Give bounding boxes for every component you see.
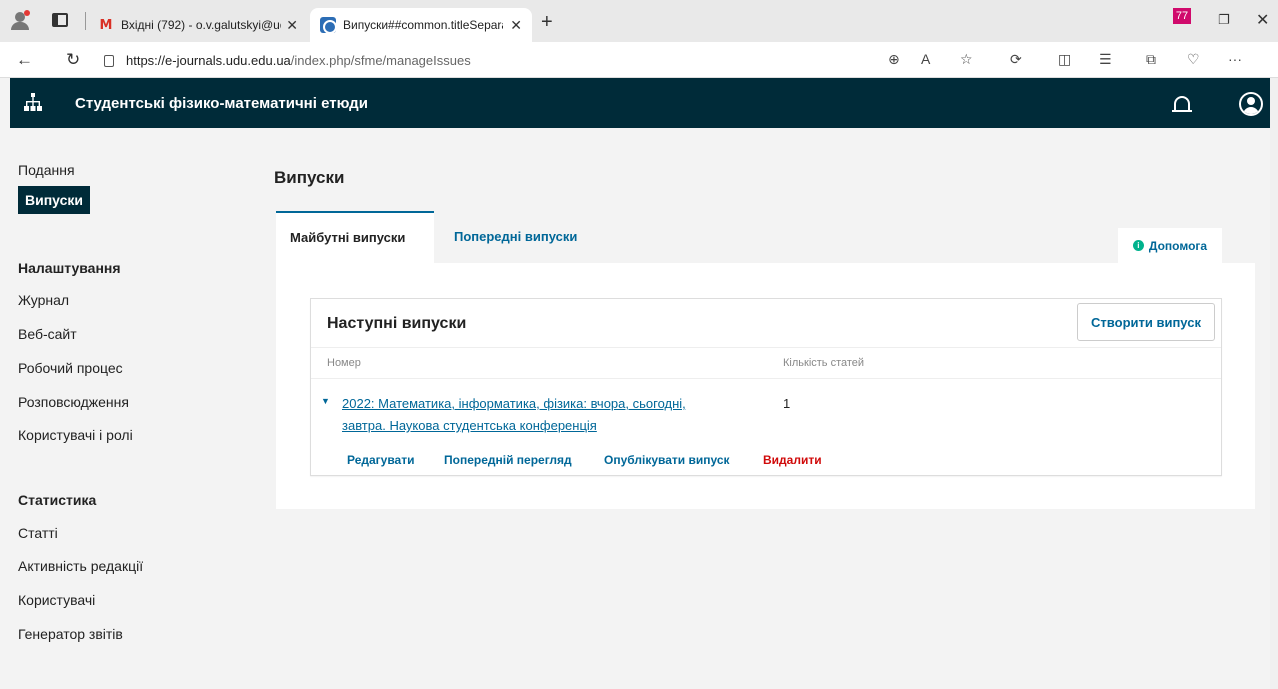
tab-title: Випуски##common.titleSeparator##	[343, 18, 503, 32]
favorites-icon[interactable]: ☰	[1099, 51, 1112, 68]
zoom-icon[interactable]: ⊕	[888, 51, 900, 68]
sidebar-nav: Подання Випуски Налаштування Журнал Веб-…	[10, 128, 260, 689]
ojs-icon	[320, 17, 337, 34]
tab-future-issues[interactable]: Майбутні випуски	[276, 211, 434, 263]
extensions-icon[interactable]: ⟳	[1010, 51, 1022, 68]
sidebar-item-editorial-activity[interactable]: Активність редакції	[18, 558, 143, 574]
sidebar-heading-statistics: Статистика	[18, 492, 97, 508]
back-arrow-icon[interactable]: ←	[16, 50, 33, 70]
performance-icon[interactable]: ♡	[1187, 51, 1200, 68]
sidebar-item-workflow[interactable]: Робочий процес	[18, 360, 123, 376]
gmail-icon: M	[99, 17, 113, 33]
url-host: https://e-journals.udu.edu.ua	[126, 52, 291, 68]
sidebar-item-articles[interactable]: Статті	[18, 525, 58, 541]
journal-title[interactable]: Студентські фізико-математичні етюди	[75, 95, 368, 112]
sitemap-icon[interactable]	[24, 93, 42, 111]
page-title: Випуски	[274, 168, 345, 187]
sidebar-item-report-generator[interactable]: Генератор звітів	[18, 626, 123, 642]
browser-tab-issues[interactable]: Випуски##common.titleSeparator## ✕	[310, 8, 532, 42]
address-bar-row: ← ↻ https://e-journals.udu.edu.ua/index.…	[0, 42, 1278, 78]
read-aloud-icon[interactable]: A	[921, 51, 930, 67]
issue-title-link[interactable]: 2022: Математика, інформатика, фізика: в…	[342, 393, 742, 437]
page-scrollbar[interactable]	[1270, 78, 1278, 689]
sidebar-item-issues[interactable]: Випуски	[18, 186, 91, 214]
favorite-star-icon[interactable]: ☆	[960, 51, 973, 68]
notifications-badge[interactable]: 77	[1173, 8, 1191, 24]
help-button[interactable]: i Допомога	[1118, 228, 1222, 263]
lock-icon	[104, 55, 114, 67]
sidebar-item-distribution[interactable]: Розповсюдження	[18, 394, 129, 410]
new-tab-icon[interactable]: +	[541, 11, 553, 34]
edit-issue-link[interactable]: Редагувати	[347, 453, 415, 467]
split-screen-icon[interactable]: ◫	[1058, 51, 1071, 68]
close-icon[interactable]: ✕	[286, 17, 298, 34]
browser-tab-strip: M Вхідні (792) - o.v.galutskyi@udu.edu.u…	[0, 0, 1278, 42]
expand-triangle-icon[interactable]: ▼	[321, 396, 330, 406]
tab-back-issues[interactable]: Попередні випуски	[454, 211, 577, 263]
sidebar-item-website[interactable]: Веб-сайт	[18, 326, 77, 342]
card-title: Наступні випуски	[327, 315, 467, 332]
notifications-bell-icon[interactable]	[1172, 90, 1194, 116]
delete-issue-link[interactable]: Видалити	[763, 453, 822, 467]
browser-tab-gmail[interactable]: M Вхідні (792) - o.v.galutskyi@udu.edu.u…	[88, 8, 308, 42]
url-path: /index.php/sfme/manageIssues	[290, 52, 471, 68]
sidebar-item-journal[interactable]: Журнал	[18, 292, 69, 308]
publish-issue-link[interactable]: Опублікувати випуск	[604, 453, 730, 467]
more-menu-icon[interactable]: ···	[1228, 51, 1242, 67]
info-icon: i	[1132, 240, 1144, 251]
column-article-count: Кількість статей	[783, 357, 865, 369]
tab-title: Вхідні (792) - o.v.galutskyi@udu.edu.ua	[121, 18, 281, 32]
issue-article-count: 1	[783, 396, 791, 411]
sidebar-heading-settings: Налаштування	[18, 260, 121, 276]
preview-issue-link[interactable]: Попередній перегляд	[444, 453, 572, 467]
column-number: Номер	[327, 357, 361, 369]
restore-icon[interactable]: ❐	[1218, 12, 1230, 28]
issue-title-line1: 2022: Математика, інформатика, фізика: в…	[342, 396, 686, 411]
url-field[interactable]: https://e-journals.udu.edu.ua/index.php/…	[104, 46, 864, 74]
window-close-icon[interactable]: ✕	[1256, 10, 1269, 30]
sidebar-item-users[interactable]: Користувачі	[18, 592, 95, 608]
help-label: Допомога	[1148, 238, 1208, 253]
app-header: Студентські фізико-математичні етюди	[10, 78, 1278, 128]
user-account-icon[interactable]	[1239, 92, 1263, 116]
sidebar-item-submissions[interactable]: Подання	[18, 162, 75, 178]
issues-list-card: Наступні випуски Створити випуск Номер К…	[310, 298, 1222, 476]
profile-icon[interactable]	[10, 10, 32, 30]
close-icon[interactable]: ✕	[510, 17, 522, 34]
collections-icon[interactable]: ⧉	[1146, 51, 1156, 68]
table-header: Номер Кількість статей	[311, 347, 1221, 379]
divider	[85, 12, 86, 30]
tab-actions-icon[interactable]	[52, 13, 68, 27]
issue-title-line2: завтра. Наукова студентська конференція	[342, 418, 597, 433]
create-issue-button[interactable]: Створити випуск	[1077, 303, 1215, 341]
refresh-icon[interactable]: ↻	[66, 50, 80, 70]
sidebar-item-users-roles[interactable]: Користувачі і ролі	[18, 427, 133, 443]
